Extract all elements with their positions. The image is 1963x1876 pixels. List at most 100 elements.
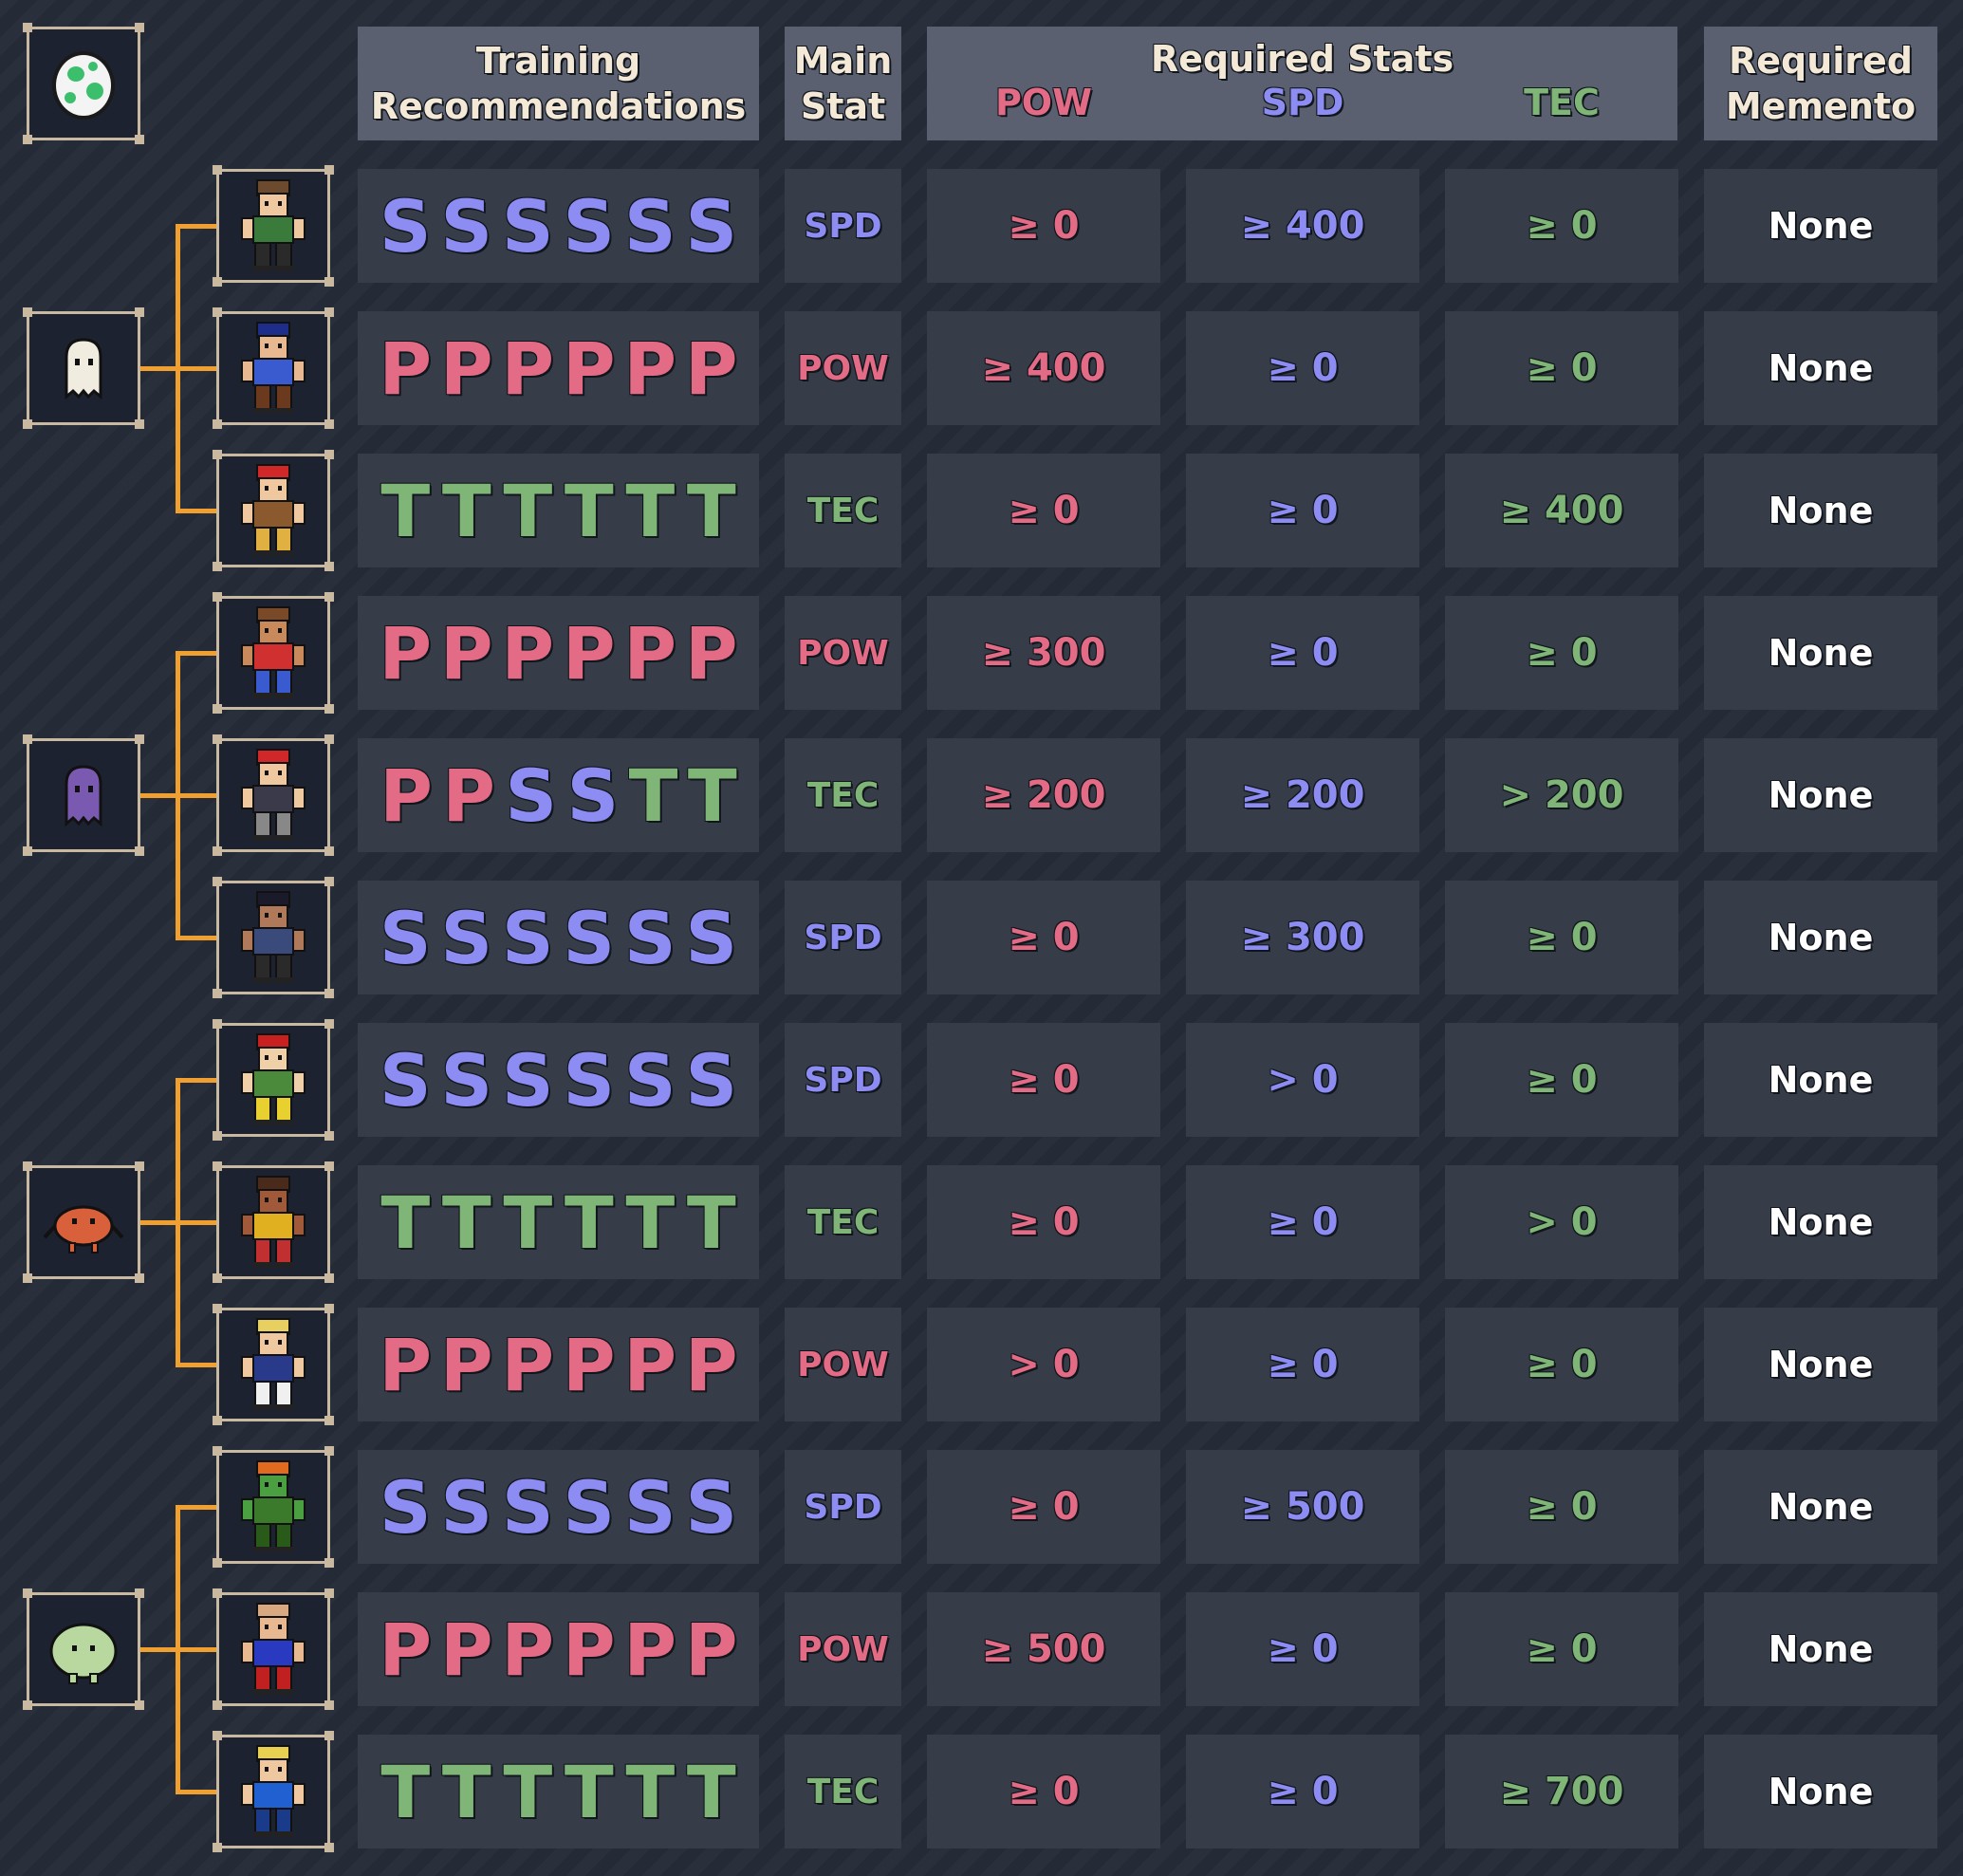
- egg-frame: [23, 23, 144, 144]
- required-tec: > 200: [1445, 738, 1678, 852]
- training-letter: S: [501, 1037, 554, 1123]
- training-letter: T: [503, 468, 553, 553]
- training-letter: P: [684, 1322, 738, 1407]
- fighter-frame: [213, 450, 334, 571]
- required-tec: ≥ 0: [1445, 1308, 1678, 1421]
- header-memento: Required Memento: [1704, 27, 1937, 140]
- training-letter: S: [379, 1037, 432, 1123]
- fighter-long-hair-icon: [241, 749, 306, 841]
- required-memento: None: [1704, 1450, 1937, 1564]
- fighter-frame: [213, 734, 334, 856]
- training-recommendations: TTTTTT: [358, 1735, 759, 1848]
- training-letter: P: [379, 325, 433, 411]
- training-letter: P: [684, 1607, 738, 1692]
- header-training-line2: Recommendations: [370, 85, 747, 127]
- training-recommendations: SSSSSS: [358, 881, 759, 994]
- fighter-police-icon: [241, 322, 306, 414]
- required-tec: ≥ 0: [1445, 1450, 1678, 1564]
- required-memento: None: [1704, 1592, 1937, 1706]
- header-main-line1: Main: [793, 40, 893, 82]
- connector-line: [176, 1790, 216, 1794]
- training-letter: T: [686, 468, 736, 553]
- main-stat: TEC: [785, 1735, 901, 1848]
- training-letter: T: [686, 1749, 736, 1834]
- fighter-frame: [213, 877, 334, 998]
- fighter-frame: [213, 1019, 334, 1141]
- main-stat: TEC: [785, 454, 901, 567]
- training-letter: S: [501, 895, 554, 980]
- training-letter: P: [380, 752, 433, 838]
- training-letter: P: [623, 1322, 677, 1407]
- training-letter: P: [501, 1607, 555, 1692]
- training-letter: S: [566, 752, 620, 838]
- header-memento-line2: Memento: [1725, 85, 1917, 127]
- required-spd: ≥ 0: [1186, 1735, 1419, 1848]
- training-letter: P: [562, 325, 616, 411]
- training-letter: S: [685, 895, 738, 980]
- required-spd: ≥ 0: [1186, 454, 1419, 567]
- training-letter: T: [564, 468, 614, 553]
- red-crab-baby-icon: [43, 1205, 124, 1254]
- training-letter: S: [440, 895, 493, 980]
- required-spd: ≥ 400: [1186, 169, 1419, 283]
- training-letter: S: [563, 183, 616, 269]
- fighter-twin-buns-icon: [241, 891, 306, 983]
- fighter-frame: [213, 1588, 334, 1710]
- required-spd: ≥ 0: [1186, 596, 1419, 710]
- purple-blob-baby-icon: [65, 765, 102, 827]
- training-letter: S: [379, 1464, 432, 1550]
- main-stat: TEC: [785, 738, 901, 852]
- training-letter: T: [503, 1749, 553, 1834]
- required-memento: None: [1704, 881, 1937, 994]
- connector-line: [176, 793, 216, 798]
- main-stat: POW: [785, 311, 901, 425]
- training-letter: T: [687, 752, 737, 838]
- main-stat: SPD: [785, 1450, 901, 1564]
- training-letter: S: [685, 1037, 738, 1123]
- required-tec: > 0: [1445, 1165, 1678, 1279]
- connector-line: [140, 1220, 178, 1225]
- required-memento: None: [1704, 596, 1937, 710]
- connector-line: [176, 224, 216, 229]
- training-letter: P: [684, 610, 738, 696]
- training-letter: S: [623, 1464, 676, 1550]
- header-pow: POW: [994, 82, 1093, 123]
- training-recommendations: SSSSSS: [358, 1023, 759, 1137]
- ghost-baby-icon: [65, 338, 102, 400]
- training-letter: T: [380, 468, 431, 553]
- training-letter: S: [501, 183, 554, 269]
- training-letter: P: [379, 1322, 433, 1407]
- main-stat: SPD: [785, 1023, 901, 1137]
- connector-line: [140, 793, 178, 798]
- training-letter: P: [379, 610, 433, 696]
- training-letter: P: [562, 1322, 616, 1407]
- training-letter: T: [564, 1749, 614, 1834]
- required-pow: ≥ 0: [927, 454, 1160, 567]
- connector-line: [176, 1078, 216, 1083]
- training-letter: T: [625, 1179, 676, 1265]
- training-letter: T: [564, 1179, 614, 1265]
- header-main-stat: Main Stat: [785, 27, 901, 140]
- required-memento: None: [1704, 738, 1937, 852]
- connector-line: [176, 936, 216, 940]
- training-letter: P: [379, 1607, 433, 1692]
- training-letter: S: [379, 183, 432, 269]
- main-stat: SPD: [785, 169, 901, 283]
- required-memento: None: [1704, 169, 1937, 283]
- required-tec: ≥ 0: [1445, 596, 1678, 710]
- fighter-frame: [213, 165, 334, 287]
- training-letter: S: [685, 183, 738, 269]
- header-spd: SPD: [1261, 82, 1344, 123]
- training-recommendations: PPPPPP: [358, 596, 759, 710]
- fighter-yellow-pants-icon: [241, 1176, 306, 1268]
- training-letter: S: [563, 895, 616, 980]
- connector-line: [176, 366, 216, 371]
- training-letter: P: [439, 610, 493, 696]
- training-letter: T: [441, 468, 491, 553]
- fighter-blue-suit-icon: [241, 1745, 306, 1837]
- required-tec: ≥ 0: [1445, 1023, 1678, 1137]
- required-tec: ≥ 0: [1445, 881, 1678, 994]
- required-tec: ≥ 700: [1445, 1735, 1678, 1848]
- training-recommendations: PPPPPP: [358, 311, 759, 425]
- training-letter: S: [623, 1037, 676, 1123]
